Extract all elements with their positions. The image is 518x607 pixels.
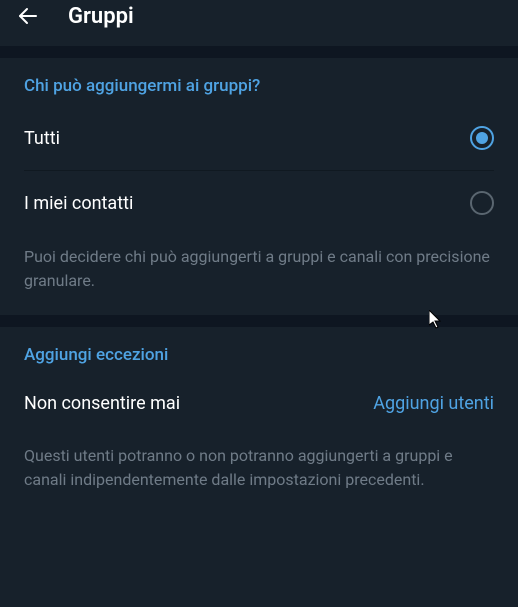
- radio-label: Tutti: [24, 128, 60, 149]
- who-can-add-section: Chi può aggiungermi ai gruppi? Tutti I m…: [0, 58, 518, 235]
- arrow-left-icon: [16, 4, 40, 28]
- section-title-exceptions: Aggiungi eccezioni: [24, 345, 494, 365]
- exceptions-section: Aggiungi eccezioni Non consentire mai Ag…: [0, 327, 518, 434]
- header: Gruppi: [0, 0, 518, 46]
- radio-icon: [470, 191, 494, 215]
- radio-option-my-contacts[interactable]: I miei contatti: [24, 170, 494, 235]
- radio-option-everyone[interactable]: Tutti: [24, 106, 494, 170]
- exception-never-allow-row[interactable]: Non consentire mai Aggiungi utenti: [24, 375, 494, 434]
- section-title-who-can-add: Chi può aggiungermi ai gruppi?: [24, 76, 494, 96]
- page-title: Gruppi: [68, 4, 134, 29]
- who-can-add-hint: Puoi decidere chi può aggiungerti a grup…: [0, 235, 518, 315]
- back-button[interactable]: [12, 0, 44, 32]
- section-gap: [0, 46, 518, 58]
- add-users-button[interactable]: Aggiungi utenti: [373, 393, 494, 414]
- radio-icon: [470, 126, 494, 150]
- radio-label: I miei contatti: [24, 193, 133, 214]
- exceptions-hint: Questi utenti potranno o non potranno ag…: [0, 434, 518, 514]
- exception-never-allow-label: Non consentire mai: [24, 393, 180, 414]
- section-gap: [0, 315, 518, 327]
